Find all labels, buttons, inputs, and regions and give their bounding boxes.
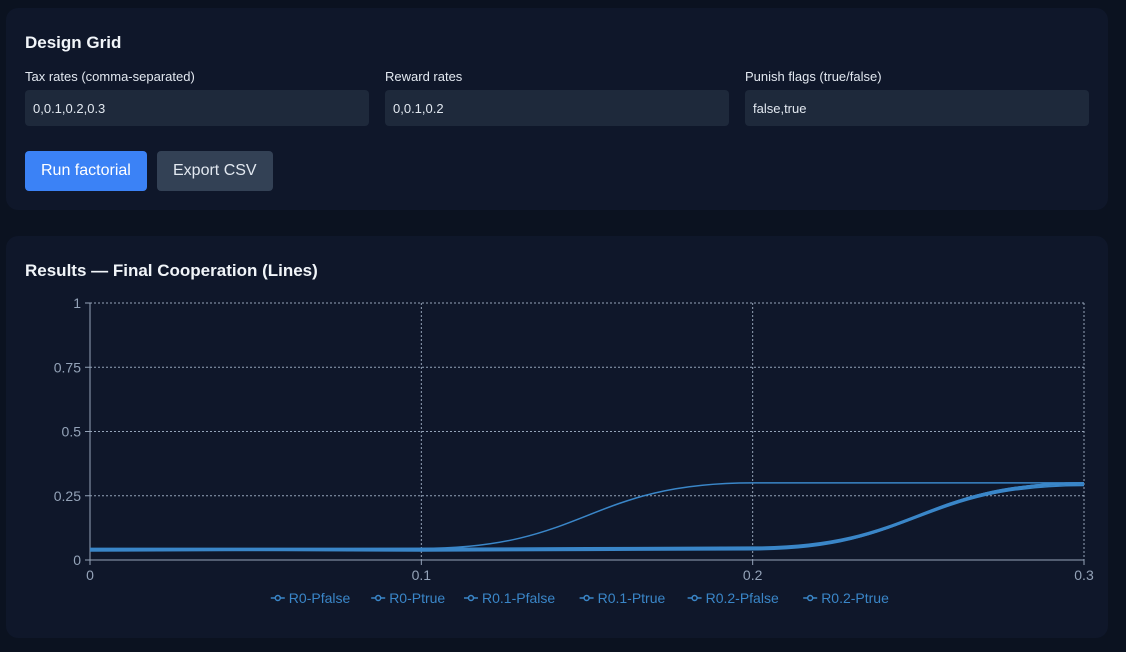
legend-marker-icon xyxy=(806,594,814,602)
punish-flags-input[interactable] xyxy=(745,90,1089,126)
y-tick-label: 0.75 xyxy=(54,359,81,375)
x-tick-label: 0.2 xyxy=(743,567,763,583)
legend-label: R0.2-Ptrue xyxy=(821,590,889,606)
y-tick-label: 1 xyxy=(73,295,81,311)
punish-flags-field: Punish flags (true/false) xyxy=(745,69,1089,126)
reward-rates-field: Reward rates xyxy=(385,69,729,126)
legend-marker-icon xyxy=(583,594,590,602)
x-tick-label: 0 xyxy=(86,567,94,583)
reward-rates-label: Reward rates xyxy=(385,69,463,84)
cooperation-line-chart: 0 0.1 0.2 0.3 0 0.25 0.5 0.75 1 R0-Pfalse R0-Ptru… xyxy=(54,295,1094,606)
export-csv-button[interactable]: Export CSV xyxy=(157,151,273,191)
reward-rates-input[interactable] xyxy=(385,90,729,126)
legend-marker-icon xyxy=(467,594,475,602)
design-grid-title: Design Grid xyxy=(25,33,122,52)
results-card: Results — Final Cooperation (Lines) 0 0.1… xyxy=(6,236,1108,638)
legend-label: R0-Pfalse xyxy=(289,590,351,606)
tax-rates-field: Tax rates (comma-separated) xyxy=(25,69,369,126)
legend-label: R0-Ptrue xyxy=(389,590,445,606)
design-grid-card: Design Grid Tax rates (comma-separated) … xyxy=(6,8,1108,210)
punish-flags-label: Punish flags (true/false) xyxy=(745,69,882,84)
chart-axes: 0 0.1 0.2 0.3 0 0.25 0.5 0.75 1 xyxy=(54,295,1094,583)
legend-label: R0.1-Ptrue xyxy=(598,590,666,606)
legend-item[interactable]: R0.1-Ptrue xyxy=(579,590,666,606)
legend-item[interactable]: R0.1-Pfalse xyxy=(464,590,555,606)
series-line-r0-2-ptrue xyxy=(89,482,1085,551)
legend-marker-icon xyxy=(274,594,282,602)
legend-item[interactable]: R0.2-Pfalse xyxy=(687,590,779,606)
series-line-r0-pfalse xyxy=(89,482,1085,552)
legend-marker-icon xyxy=(691,594,698,602)
legend-label: R0.2-Pfalse xyxy=(706,590,779,606)
legend-item[interactable]: R0-Pfalse xyxy=(270,590,351,606)
tax-rates-label: Tax rates (comma-separated) xyxy=(25,69,195,84)
run-factorial-button[interactable]: Run factorial xyxy=(25,151,147,191)
y-tick-label: 0.25 xyxy=(54,488,81,504)
tax-rates-input[interactable] xyxy=(25,90,369,126)
legend-item[interactable]: R0.2-Ptrue xyxy=(803,590,889,606)
chart-grid xyxy=(89,302,1085,561)
chart-legend[interactable]: R0-Pfalse R0-Ptrue R0.1-Pfalse R0.1-Ptrue R0… xyxy=(270,590,889,606)
chart-series xyxy=(89,482,1085,552)
x-tick-label: 0.3 xyxy=(1074,567,1094,583)
legend-label: R0.1-Pfalse xyxy=(482,590,555,606)
legend-marker-icon xyxy=(374,594,382,602)
x-tick-label: 0.1 xyxy=(412,567,432,583)
series-line-r0-ptrue xyxy=(90,482,1084,550)
y-tick-label: 0.5 xyxy=(62,424,82,440)
series-line-r0-2-pfalse xyxy=(89,483,1085,551)
legend-item[interactable]: R0-Ptrue xyxy=(371,590,445,606)
y-tick-label: 0 xyxy=(73,552,81,568)
